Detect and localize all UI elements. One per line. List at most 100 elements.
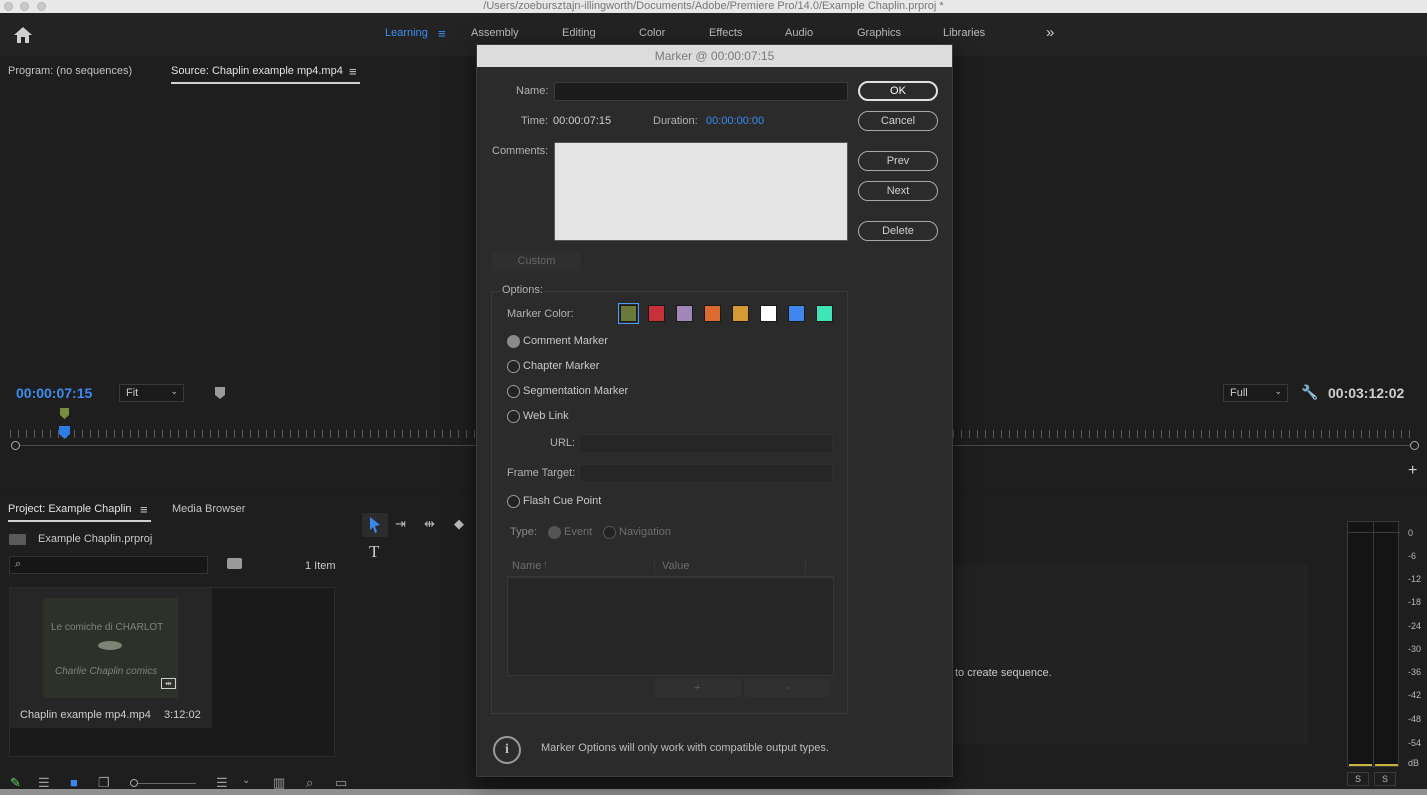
project-file-name: Example Chaplin.prproj (38, 533, 153, 545)
tools-panel: ⇥ ⇹ ◆ T (353, 494, 475, 795)
segmentation-marker-label[interactable]: Segmentation Marker (523, 385, 628, 397)
tab-media-browser[interactable]: Media Browser (172, 503, 245, 515)
clip-duration: 3:12:02 (164, 709, 201, 721)
next-button[interactable]: Next (858, 181, 938, 201)
ok-button[interactable]: OK (858, 81, 938, 101)
scroll-handle-left[interactable] (11, 441, 20, 450)
prev-button[interactable]: Prev (858, 151, 938, 171)
time-ruler[interactable] (10, 430, 476, 438)
icon-view-icon[interactable]: ■ (70, 775, 78, 790)
close-window-button[interactable] (4, 2, 13, 11)
remove-cue-button[interactable]: - (744, 679, 831, 697)
workspace-tab-color[interactable]: Color (639, 27, 665, 39)
workspace-menu-icon[interactable]: ≡ (438, 26, 446, 41)
time-ruler-right[interactable] (953, 430, 1417, 438)
marker-icon[interactable] (59, 408, 70, 420)
color-swatch-blue[interactable] (788, 305, 805, 322)
color-swatch-mauve[interactable] (676, 305, 693, 322)
comments-textarea[interactable] (554, 142, 848, 241)
tab-program-monitor[interactable]: Program: (no sequences) (8, 65, 132, 77)
timeline-hint: to create sequence. (955, 667, 1052, 679)
radio-event[interactable] (548, 526, 561, 539)
color-swatch-green[interactable] (620, 305, 637, 322)
cancel-button[interactable]: Cancel (858, 111, 938, 131)
active-tab-underline (171, 82, 360, 84)
add-button-icon[interactable]: + (1408, 462, 1417, 480)
wrench-icon[interactable]: 🔧 (1301, 384, 1318, 401)
radio-navigation[interactable] (603, 526, 616, 539)
ripple-edit-icon[interactable]: ⇹ (424, 516, 435, 532)
workspace-tab-learning[interactable]: Learning (385, 27, 428, 39)
minimize-window-button[interactable] (20, 2, 29, 11)
double-chevron-right-icon[interactable]: » (1046, 24, 1054, 41)
type-tool-icon[interactable]: T (369, 542, 379, 562)
navigation-label[interactable]: Navigation (619, 526, 671, 538)
url-input[interactable] (579, 434, 833, 453)
duration-value[interactable]: 00:00:00:00 (706, 115, 764, 127)
add-marker-icon[interactable] (213, 386, 227, 400)
frame-target-input[interactable] (579, 464, 833, 483)
razor-icon[interactable]: ◆ (454, 516, 464, 532)
clip-name[interactable]: Chaplin example mp4.mp4 (20, 709, 151, 721)
duration-timecode: 00:03:12:02 (1328, 385, 1405, 401)
delete-button[interactable]: Delete (858, 221, 938, 241)
cue-table-body[interactable] (507, 577, 834, 676)
time-value: 00:00:07:15 (553, 115, 612, 127)
zoom-window-button[interactable] (37, 2, 46, 11)
workspace-tab-graphics[interactable]: Graphics (857, 27, 901, 39)
comment-marker-label[interactable]: Comment Marker (523, 335, 608, 347)
active-tab-underline (8, 520, 151, 522)
workspace-tab-libraries[interactable]: Libraries (943, 27, 985, 39)
resolution-select[interactable]: Full ⌄ (1223, 384, 1288, 402)
scroll-handle-right[interactable] (1410, 441, 1419, 450)
color-swatch-red[interactable] (648, 305, 665, 322)
chapter-marker-label[interactable]: Chapter Marker (523, 360, 599, 372)
timeline-panel: to create sequence. (953, 494, 1333, 795)
solo-left-button[interactable]: S (1347, 772, 1369, 786)
zoom-select[interactable]: Fit ⌄ (119, 384, 184, 402)
playhead-icon[interactable] (58, 426, 71, 440)
search-input[interactable]: ⌕ (9, 556, 208, 574)
custom-button[interactable]: Custom (492, 252, 581, 271)
radio-comment-marker[interactable] (507, 335, 520, 348)
web-link-label[interactable]: Web Link (523, 410, 569, 422)
new-search-bin-icon[interactable] (227, 558, 242, 569)
meter-scale-30: -30 (1408, 644, 1422, 654)
color-swatch-yellow[interactable] (732, 305, 749, 322)
color-swatch-orange[interactable] (704, 305, 721, 322)
column-divider (805, 560, 806, 574)
marker-color-label: Marker Color: (507, 308, 574, 320)
tab-project[interactable]: Project: Example Chaplin (8, 503, 132, 515)
current-timecode[interactable]: 00:00:07:15 (16, 385, 92, 401)
radio-flash-cue-point[interactable] (507, 495, 520, 508)
color-swatch-white[interactable] (760, 305, 777, 322)
chevron-down-icon[interactable]: ⌄ (242, 775, 250, 786)
column-divider (654, 560, 655, 574)
solo-right-button[interactable]: S (1374, 772, 1396, 786)
source-panel-menu-icon[interactable]: ≡ (349, 64, 357, 79)
zoom-slider[interactable] (133, 783, 196, 784)
workspace-tab-editing[interactable]: Editing (562, 27, 596, 39)
selection-tool-icon[interactable] (368, 516, 382, 534)
workspace-tab-audio[interactable]: Audio (785, 27, 813, 39)
workspace-tab-assembly[interactable]: Assembly (471, 27, 519, 39)
track-select-icon[interactable]: ⇥ (395, 516, 406, 532)
clip-tile[interactable]: Le comiche di CHARLOT Charlie Chaplin co… (10, 588, 212, 728)
flash-cue-label[interactable]: Flash Cue Point (523, 495, 601, 507)
tab-source-monitor[interactable]: Source: Chaplin example mp4.mp4 (171, 65, 343, 77)
event-label[interactable]: Event (564, 526, 592, 538)
project-panel-menu-icon[interactable]: ≡ (140, 502, 148, 517)
radio-chapter-marker[interactable] (507, 360, 520, 373)
name-input[interactable] (554, 82, 848, 101)
radio-web-link[interactable] (507, 410, 520, 423)
zoom-slider-handle[interactable] (130, 779, 138, 787)
clip-thumbnail[interactable]: Le comiche di CHARLOT Charlie Chaplin co… (43, 598, 178, 698)
home-icon[interactable] (13, 26, 33, 44)
add-cue-button[interactable]: + (654, 679, 741, 697)
table-header-value[interactable]: Value (662, 560, 689, 572)
workspace-tab-effects[interactable]: Effects (709, 27, 742, 39)
radio-segmentation-marker[interactable] (507, 385, 520, 398)
meter-scale-36: -36 (1408, 667, 1422, 677)
table-header-name[interactable]: Name (512, 560, 541, 572)
color-swatch-teal[interactable] (816, 305, 833, 322)
